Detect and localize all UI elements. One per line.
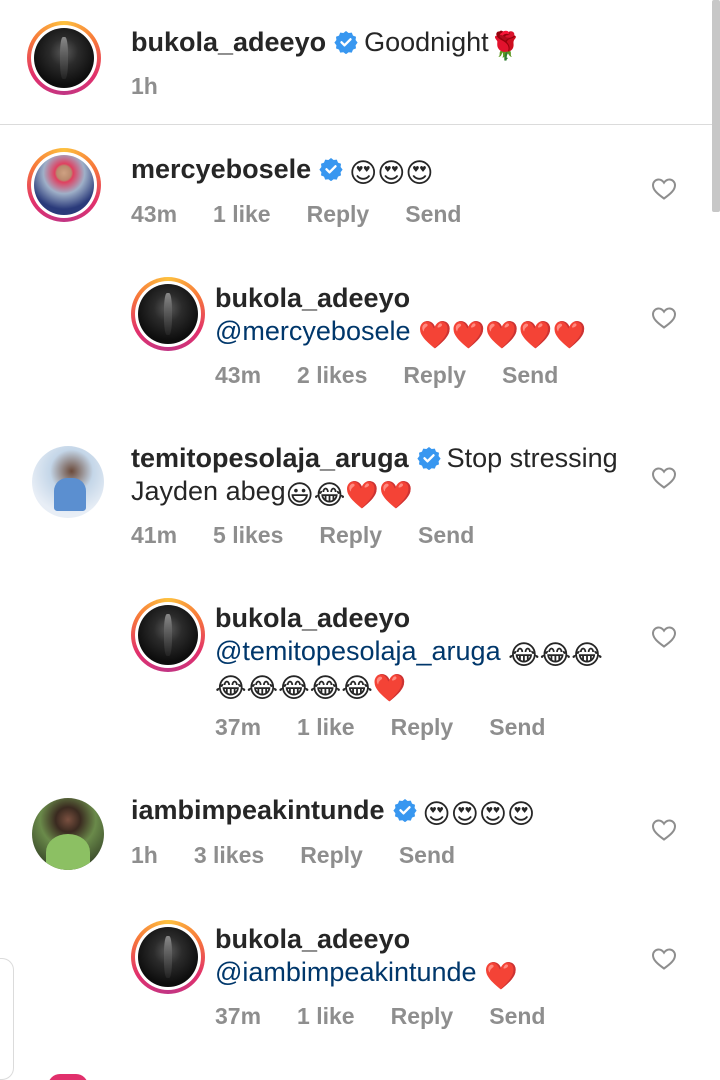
- reply-button[interactable]: Reply: [391, 1003, 454, 1029]
- comment-emoji: 😍😍😍: [349, 158, 434, 188]
- caption-time: 1h: [131, 73, 158, 99]
- comment-emoji: 😍😍😍😍: [422, 799, 536, 829]
- comment-username[interactable]: iambimpeakintunde: [131, 795, 385, 825]
- send-button[interactable]: Send: [399, 842, 455, 868]
- send-button[interactable]: Send: [489, 1003, 545, 1029]
- reply-button[interactable]: Reply: [403, 362, 466, 388]
- reply-button[interactable]: Reply: [391, 714, 454, 740]
- send-button[interactable]: Send: [489, 714, 545, 740]
- comment-username[interactable]: mercyebosele: [131, 154, 311, 184]
- like-heart-icon[interactable]: [651, 466, 677, 490]
- likes-count[interactable]: 2 likes: [297, 362, 367, 388]
- reply-username[interactable]: bukola_adeeyo: [215, 283, 410, 313]
- reply-button[interactable]: Reply: [300, 842, 363, 868]
- next-avatar-partial: [48, 1074, 88, 1080]
- reply-emoji: ❤️❤️❤️❤️❤️: [418, 320, 587, 350]
- reply-emoji-line2: 😂😂😂😂😂❤️: [215, 673, 407, 703]
- likes-count[interactable]: 1 like: [297, 1003, 355, 1029]
- verified-icon: [334, 30, 358, 54]
- comment-text: Stop stressing: [446, 443, 618, 473]
- replier-avatar[interactable]: [131, 920, 205, 994]
- commenter-avatar[interactable]: [27, 148, 101, 222]
- comment-time: 43m: [215, 362, 262, 388]
- comment-time: 37m: [215, 1003, 262, 1029]
- comment-emoji: 😃😂❤️❤️: [285, 480, 413, 510]
- like-heart-icon[interactable]: [651, 306, 677, 330]
- send-button[interactable]: Send: [405, 201, 461, 227]
- likes-count[interactable]: 3 likes: [194, 842, 264, 868]
- reply-username[interactable]: bukola_adeeyo: [215, 603, 410, 633]
- caption-username[interactable]: bukola_adeeyo: [131, 27, 326, 57]
- commenter-avatar[interactable]: [32, 798, 106, 872]
- likes-count[interactable]: 1 like: [213, 201, 271, 227]
- replier-avatar[interactable]: [131, 277, 205, 351]
- comment-time: 37m: [215, 714, 262, 740]
- edge-panel-handle[interactable]: [0, 958, 14, 1080]
- reply-emoji: 😂😂😂: [508, 640, 603, 670]
- reply-button[interactable]: Reply: [307, 201, 370, 227]
- verified-icon: [417, 446, 441, 470]
- like-heart-icon[interactable]: [651, 625, 677, 649]
- comment-username[interactable]: temitopesolaja_aruga: [131, 443, 409, 473]
- mention-link[interactable]: @iambimpeakintunde: [215, 957, 477, 987]
- caption-text: Goodnight: [364, 27, 489, 57]
- caption-avatar[interactable]: [27, 21, 101, 95]
- like-heart-icon[interactable]: [651, 947, 677, 971]
- comment-text-line2: Jayden abeg: [131, 476, 286, 506]
- scrollbar[interactable]: [712, 0, 720, 212]
- mention-link[interactable]: @temitopesolaja_aruga: [215, 636, 501, 666]
- rose-emoji: 🌹: [488, 31, 523, 61]
- send-button[interactable]: Send: [418, 522, 474, 548]
- reply-emoji: ❤️: [484, 961, 518, 991]
- likes-count[interactable]: 5 likes: [213, 522, 283, 548]
- post-caption: bukola_adeeyo Goodnight🌹 1h: [0, 0, 720, 125]
- comment-time: 41m: [131, 522, 178, 548]
- send-button[interactable]: Send: [502, 362, 558, 388]
- comment-time: 43m: [131, 201, 178, 227]
- reply-username[interactable]: bukola_adeeyo: [215, 924, 410, 954]
- mention-link[interactable]: @mercyebosele: [215, 316, 411, 346]
- like-heart-icon[interactable]: [651, 177, 677, 201]
- verified-icon: [319, 157, 343, 181]
- likes-count[interactable]: 1 like: [297, 714, 355, 740]
- commenter-avatar[interactable]: [32, 446, 106, 520]
- replier-avatar[interactable]: [131, 598, 205, 672]
- comment-time: 1h: [131, 842, 158, 868]
- like-heart-icon[interactable]: [651, 818, 677, 842]
- reply-button[interactable]: Reply: [319, 522, 382, 548]
- verified-icon: [393, 798, 417, 822]
